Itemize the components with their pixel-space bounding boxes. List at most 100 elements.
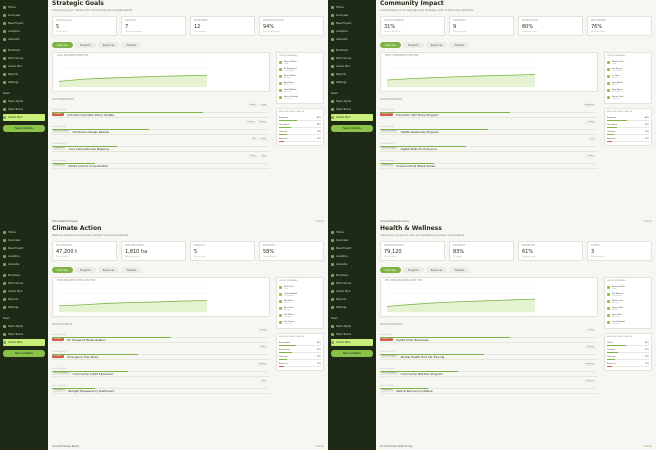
footer-item[interactable]: Q3 Community Health Survey <box>380 445 413 448</box>
list-item[interactable]: PRIORITY Education Skill Share Program Edu… <box>380 101 598 118</box>
tab-overview[interactable]: Overview <box>52 267 73 273</box>
member-row[interactable]: Ben Sato Advisor <box>279 305 321 312</box>
sidebar-team-item[interactable]: Team Alpha <box>3 98 45 105</box>
tab-programs[interactable]: Programs <box>402 267 424 273</box>
sidebar-section-item[interactable]: Settings <box>3 304 45 311</box>
tab-resources[interactable]: Resources <box>97 42 120 48</box>
list-item[interactable]: IN PROGRESS Immersion Design Review Design… <box>52 118 270 135</box>
sidebar-nav-item[interactable]: New Project <box>331 245 373 252</box>
member-row[interactable]: Iris Duarte Outreach <box>279 319 321 326</box>
tab-resources[interactable]: Resources <box>425 42 448 48</box>
sidebar-nav-item[interactable]: Calendar <box>331 36 373 43</box>
member-row[interactable]: Tom Reyes Research <box>607 87 649 94</box>
member-row[interactable]: Nadia Okoro Lead <box>607 59 649 66</box>
sidebar-nav-item[interactable]: Analytics <box>3 28 45 35</box>
member-row[interactable]: Grace Martin Lead <box>279 59 321 66</box>
list-item[interactable]: PLANNED Rest & Recovery Initiative Wellnes… <box>380 377 598 394</box>
sidebar-nav-item[interactable]: Overview <box>3 237 45 244</box>
tab-overview[interactable]: Overview <box>380 267 401 273</box>
sidebar-nav-item[interactable]: New Project <box>3 245 45 252</box>
sidebar-section-item[interactable]: Active Plan <box>3 63 45 70</box>
sidebar-team-item[interactable]: Active Plan <box>3 339 45 346</box>
sidebar-team-item[interactable]: Team Bravo <box>3 106 45 113</box>
sidebar-section-item[interactable]: Reports <box>3 71 45 78</box>
list-item[interactable]: PLANNED Media Archive Consolidation Media D… <box>52 152 270 169</box>
list-item[interactable]: PLANNED Cross-Cultural Talent Series Cultu… <box>380 152 598 169</box>
sidebar-section-item[interactable]: Active Plan <box>331 288 373 295</box>
list-item[interactable]: IN PROGRESS Community Nutrition Program Nu… <box>380 360 598 377</box>
tab-programs[interactable]: Programs <box>74 42 96 48</box>
sidebar-section-item[interactable]: Reports <box>331 71 373 78</box>
sidebar-team-item[interactable]: Active Plan <box>3 114 45 121</box>
footer-item[interactable]: Annual Emissions Report <box>52 445 79 448</box>
sidebar-section-item[interactable]: Members <box>3 272 45 279</box>
member-row[interactable]: Li Chen Analyst <box>607 73 649 80</box>
tab-resources[interactable]: Resources <box>425 267 448 273</box>
sidebar-nav-item[interactable]: New Project <box>3 20 45 27</box>
member-row[interactable]: Leila Haddad Coordinator <box>279 291 321 298</box>
sidebar-team-item[interactable]: Team Bravo <box>3 331 45 338</box>
member-row[interactable]: Ola Nilsen Research <box>279 312 321 319</box>
member-row[interactable]: Ravi Kilwani Analyst <box>279 73 321 80</box>
view-all-link[interactable]: View all <box>316 445 324 448</box>
sidebar-section-item[interactable]: Members <box>3 47 45 54</box>
tab-programs[interactable]: Programs <box>74 267 96 273</box>
list-item[interactable]: IN PROGRESS Community Credit Expansion Fin… <box>52 360 270 377</box>
sidebar-nav-item[interactable]: Overview <box>331 12 373 19</box>
member-row[interactable]: Omar Farid Advisor <box>607 305 649 312</box>
sidebar-nav-item[interactable]: Analytics <box>3 253 45 260</box>
list-item[interactable]: URGENT Emergency Tree Policy Policy Due in … <box>52 343 270 360</box>
sidebar-nav-item[interactable]: Overview <box>331 237 373 244</box>
member-row[interactable]: Helen Nyambi Outreach <box>279 94 321 101</box>
member-row[interactable]: Jakob Weber Research <box>279 87 321 94</box>
member-row[interactable]: Amara Diallo Lead <box>607 284 649 291</box>
sidebar-team-item[interactable]: Team Alpha <box>331 323 373 330</box>
sidebar-nav-item[interactable]: Overview <box>3 12 45 19</box>
sidebar-team-item[interactable]: Team Alpha <box>331 98 373 105</box>
sidebar-section-item[interactable]: Settings <box>331 79 373 86</box>
view-all-link[interactable]: View all <box>644 220 652 223</box>
sidebar-section-item[interactable]: Settings <box>331 304 373 311</box>
member-row[interactable]: Sara Amid Advisor <box>607 80 649 87</box>
list-item[interactable]: URGENT Anti-Discrimination Policy Update P… <box>52 101 270 118</box>
sidebar-section-item[interactable]: Active Plan <box>3 288 45 295</box>
sidebar-section-item[interactable]: Reports <box>331 296 373 303</box>
sidebar-section-item[interactable]: Work Group <box>3 55 45 62</box>
list-item[interactable]: IN PROGRESS Mental Health First Aid Train… <box>380 343 598 360</box>
sidebar-section-item[interactable]: Work Group <box>331 55 373 62</box>
sidebar-team-item[interactable]: Team Alpha <box>3 323 45 330</box>
tab-timeline[interactable]: Timeline <box>449 267 470 273</box>
list-item[interactable]: IN PROGRESS Digital Skills for Everyone Te… <box>380 135 598 152</box>
member-row[interactable]: June Park Research <box>607 312 649 319</box>
sidebar-section-item[interactable]: Active Plan <box>331 63 373 70</box>
new-initiative-button[interactable]: New Initiative <box>3 350 45 357</box>
sidebar-nav-item[interactable]: Calendar <box>3 36 45 43</box>
list-item[interactable]: PLANNED Budget Transparency Dashboard Data… <box>52 377 270 394</box>
view-all-link[interactable]: View all <box>316 220 324 223</box>
sidebar-section-item[interactable]: Settings <box>3 79 45 86</box>
sidebar-section-item[interactable]: Work Group <box>331 280 373 287</box>
tab-overview[interactable]: Overview <box>52 42 73 48</box>
member-row[interactable]: Pieter Vos Lead <box>279 284 321 291</box>
sidebar-nav-item[interactable]: New Project <box>331 20 373 27</box>
tab-overview[interactable]: Overview <box>380 42 401 48</box>
member-row[interactable]: Lucas Brandt Outreach <box>607 319 649 326</box>
member-row[interactable]: M. Rodriguez Coordinator <box>279 66 321 73</box>
sidebar-nav-item[interactable]: Calendar <box>331 261 373 268</box>
member-row[interactable]: Kai Moreno Coordinator <box>607 291 649 298</box>
footer-item[interactable]: Annual Partnership Survey <box>380 220 409 223</box>
list-item[interactable]: URGENT EV Transport Modernization Transit D… <box>52 326 270 343</box>
list-item[interactable]: IN PROGRESS Health Grassroots Program Heal… <box>380 118 598 135</box>
sidebar-section-item[interactable]: Reports <box>3 296 45 303</box>
member-row[interactable]: Mia Koch Analyst <box>279 298 321 305</box>
list-item[interactable]: PLANNED Core Competencies Mapping HR Skills… <box>52 135 270 152</box>
sidebar-nav-item[interactable]: Home <box>331 4 373 11</box>
tab-programs[interactable]: Programs <box>402 42 424 48</box>
new-initiative-button[interactable]: New Initiative <box>331 125 373 132</box>
sidebar-nav-item[interactable]: Analytics <box>331 28 373 35</box>
sidebar-team-item[interactable]: Team Bravo <box>331 331 373 338</box>
member-row[interactable]: Jon Petrov Coordinator <box>607 66 649 73</box>
new-initiative-button[interactable]: New Initiative <box>331 350 373 357</box>
sidebar-section-item[interactable]: Members <box>331 47 373 54</box>
footer-item[interactable]: Initial Material Proposal <box>52 220 78 223</box>
